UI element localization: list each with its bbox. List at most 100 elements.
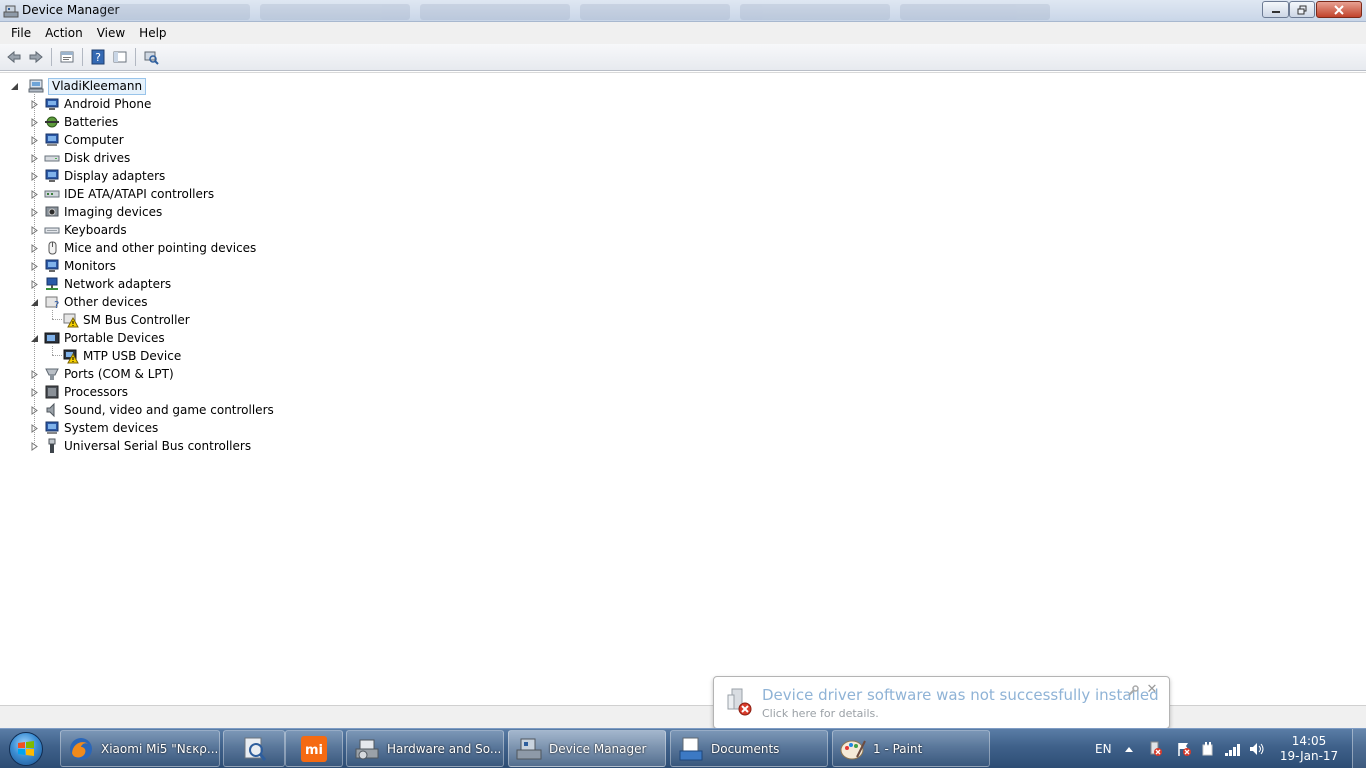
tree-node-label: Mice and other pointing devices: [64, 241, 257, 255]
start-button[interactable]: [3, 730, 49, 768]
tray-power[interactable]: [1200, 729, 1216, 768]
tree-node-mtp-usb-device[interactable]: MTP USB Device: [63, 347, 181, 365]
computer-icon: [28, 79, 44, 93]
tree-node-keyboards[interactable]: Keyboards: [30, 221, 127, 239]
system-clock[interactable]: 14:05 19-Jan-17: [1274, 734, 1344, 764]
tree-expand-triangle-icon[interactable]: [30, 153, 39, 163]
taskbar-button-documents[interactable]: Documents: [670, 730, 828, 767]
tree-collapse-triangle-icon[interactable]: [30, 298, 39, 307]
toolbar: ?: [0, 44, 1366, 71]
tree-expand-triangle-icon[interactable]: [30, 207, 39, 217]
tree-expand-triangle-icon[interactable]: [30, 171, 39, 181]
tree-node-label: Sound, video and game controllers: [64, 403, 274, 417]
wrench-icon[interactable]: [1127, 685, 1139, 697]
firefox-icon: [70, 737, 92, 760]
tree-node-portable-devices[interactable]: Portable Devices: [30, 329, 165, 347]
tree-node-ports[interactable]: Ports (COM & LPT): [30, 365, 174, 383]
tray-volume[interactable]: [1248, 729, 1266, 768]
tree-node-network-adapters[interactable]: Network adapters: [30, 275, 171, 293]
tree-expand-triangle-icon[interactable]: [30, 405, 39, 415]
minimize-button[interactable]: [1262, 1, 1289, 18]
tree-node-label: Imaging devices: [64, 205, 163, 219]
scan-hardware-button[interactable]: [140, 46, 162, 68]
tree-expand-triangle-icon[interactable]: [30, 225, 39, 235]
tree-expand-triangle-icon[interactable]: [30, 279, 39, 289]
tree-node-mice[interactable]: Mice and other pointing devices: [30, 239, 256, 257]
tree-node-ide-controllers[interactable]: IDE ATA/ATAPI controllers: [30, 185, 214, 203]
device-tree[interactable]: VladiKleemann Android Phone Batteries Co…: [0, 72, 1366, 704]
tree-node-label: System devices: [64, 421, 159, 435]
tree-node-sound-video[interactable]: Sound, video and game controllers: [30, 401, 274, 419]
tree-expand-triangle-icon[interactable]: [30, 369, 39, 379]
tree-expand-triangle-icon[interactable]: [30, 423, 39, 433]
device-manager-icon: [516, 738, 542, 759]
tray-device-error[interactable]: [1148, 729, 1164, 768]
taskbar-button-hardware-sound[interactable]: Hardware and So...: [346, 730, 504, 767]
tree-node-computer[interactable]: Computer: [30, 131, 124, 149]
show-desktop-button[interactable]: [1352, 729, 1366, 768]
tree-root-label: VladiKleemann: [48, 77, 147, 95]
show-hidden-icons-button[interactable]: [1124, 729, 1134, 768]
imaging-device-icon: [45, 206, 59, 217]
tree-node-label: Ports (COM & LPT): [64, 367, 174, 381]
tree-node-batteries[interactable]: Batteries: [30, 113, 118, 131]
computer-icon: [45, 133, 59, 146]
port-icon: [45, 368, 59, 380]
driver-notification-balloon[interactable]: Device driver software was not successfu…: [713, 676, 1170, 729]
language-indicator[interactable]: EN: [1095, 729, 1112, 768]
tree-node-disk-drives[interactable]: Disk drives: [30, 149, 130, 167]
notification-close-icon[interactable]: ✕: [1145, 683, 1159, 697]
tree-root[interactable]: VladiKleemann: [10, 77, 147, 95]
taskbar-button-search-tool[interactable]: [223, 730, 285, 767]
tree-collapse-triangle-icon[interactable]: [10, 82, 19, 91]
close-button[interactable]: [1316, 1, 1362, 18]
show-hide-console-tree-button[interactable]: [109, 46, 131, 68]
tree-expand-triangle-icon[interactable]: [30, 261, 39, 271]
tree-expand-triangle-icon[interactable]: [30, 135, 39, 145]
menu-file[interactable]: File: [4, 23, 38, 43]
tree-expand-triangle-icon[interactable]: [30, 387, 39, 397]
display-adapter-icon: [45, 169, 59, 182]
system-device-icon: [45, 421, 59, 434]
menu-view[interactable]: View: [90, 23, 132, 43]
tree-node-other-devices[interactable]: ? Other devices: [30, 293, 148, 311]
tray-action-center[interactable]: [1176, 729, 1192, 768]
tree-node-imaging-devices[interactable]: Imaging devices: [30, 203, 162, 221]
menu-help[interactable]: Help: [132, 23, 173, 43]
tree-expand-triangle-icon[interactable]: [30, 117, 39, 127]
notification-subtitle[interactable]: Click here for details.: [762, 707, 879, 720]
menu-action[interactable]: Action: [38, 23, 90, 43]
tree-node-processors[interactable]: Processors: [30, 383, 128, 401]
forward-arrow-icon: [29, 50, 43, 64]
svg-text:?: ?: [54, 300, 59, 310]
tree-node-sm-bus-controller[interactable]: SM Bus Controller: [63, 311, 190, 329]
paint-icon: [840, 740, 866, 759]
taskbar-button-firefox[interactable]: Xiaomi Mi5 "Nεκρ...: [60, 730, 220, 767]
restore-icon: [1297, 5, 1307, 14]
forward-button[interactable]: [25, 46, 47, 68]
tree-node-monitors[interactable]: Monitors: [30, 257, 116, 275]
tree-node-display-adapters[interactable]: Display adapters: [30, 167, 165, 185]
taskbar-button-paint[interactable]: 1 - Paint: [832, 730, 990, 767]
help-button[interactable]: ?: [87, 46, 109, 68]
taskbar-button-device-manager[interactable]: Device Manager: [508, 730, 666, 767]
tree-expand-triangle-icon[interactable]: [30, 189, 39, 199]
tree-node-label: Computer: [64, 133, 124, 147]
maximize-button[interactable]: [1289, 1, 1315, 18]
properties-button[interactable]: [56, 46, 78, 68]
tray-network[interactable]: [1224, 729, 1242, 768]
background-browser-tabs: [100, 4, 1250, 20]
window-title-bar[interactable]: Device Manager: [0, 0, 1366, 22]
notification-title: Device driver software was not successfu…: [762, 686, 1159, 704]
back-button[interactable]: [3, 46, 25, 68]
tree-expand-triangle-icon[interactable]: [30, 441, 39, 451]
tree-collapse-triangle-icon[interactable]: [30, 334, 39, 343]
tree-node-system-devices[interactable]: System devices: [30, 419, 158, 437]
tree-expand-triangle-icon[interactable]: [30, 99, 39, 109]
tree-guide-line: [52, 355, 62, 356]
tree-node-usb-controllers[interactable]: Universal Serial Bus controllers: [30, 437, 251, 455]
taskbar-button-mi[interactable]: mi: [285, 730, 343, 767]
tree-expand-triangle-icon[interactable]: [30, 243, 39, 253]
tree-node-android-phone[interactable]: Android Phone: [30, 95, 151, 113]
help-icon: ?: [91, 49, 105, 65]
